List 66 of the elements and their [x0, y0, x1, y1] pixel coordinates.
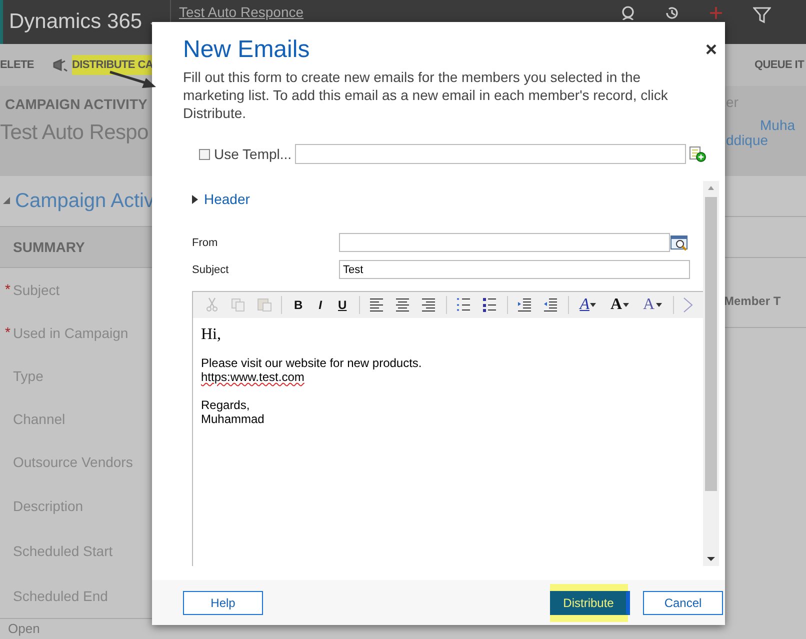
command-button[interactable]: DISTRIBUTE CA — [72, 55, 153, 75]
email-text: Regards, — [201, 398, 251, 412]
history-icon — [665, 6, 679, 20]
field-label: Description — [13, 498, 84, 514]
arrow — [108, 69, 158, 91]
entity-label: CAMPAIGN ACTIVITY — [5, 96, 148, 112]
align-right-icon[interactable] — [421, 297, 436, 313]
column-header: Member T — [724, 294, 781, 308]
collapse-triangle-icon — [3, 197, 11, 205]
section-link[interactable]: Header — [204, 191, 250, 207]
align-left-icon[interactable] — [369, 297, 384, 313]
required-asterisk: * — [5, 324, 12, 340]
person-icon — [621, 6, 635, 20]
plus-icon — [709, 6, 723, 20]
app-title: Dynamics 365 — [9, 10, 142, 34]
input-field[interactable]: Test — [339, 260, 690, 279]
field-label: Outsource Vendors — [13, 454, 133, 470]
underline-button[interactable]: U — [330, 298, 355, 312]
status-text: Open — [8, 621, 40, 636]
field-label: Scheduled Start — [13, 542, 113, 558]
command-button[interactable]: ELETE — [0, 59, 34, 71]
numbered-list-icon[interactable] — [456, 297, 472, 313]
dialog-title: New Emails — [183, 36, 310, 64]
filter-icon — [753, 6, 771, 24]
command-button[interactable]: QUEUE IT — [754, 59, 804, 71]
template-field[interactable] — [295, 144, 686, 164]
required-asterisk: * — [5, 281, 12, 297]
font-size-button[interactable]: A — [603, 296, 636, 314]
input-field[interactable] — [339, 233, 670, 252]
dropdown-caret-icon — [623, 303, 630, 307]
email-text: Muhammad — [201, 412, 266, 426]
field-label: Type — [13, 368, 44, 384]
field-label: Used in Campaign — [13, 324, 128, 340]
align-center-icon[interactable] — [395, 297, 410, 313]
email-greeting: Hi, — [201, 326, 222, 344]
field-label: Scheduled End — [13, 588, 108, 604]
misspelled-text: https:www.test.com — [201, 370, 304, 384]
field-label: Channel — [13, 410, 66, 426]
scrollbar[interactable] — [703, 181, 719, 566]
tab-heading: SUMMARY — [13, 239, 85, 255]
font-button[interactable]: A — [636, 296, 669, 314]
field-label: Subject — [13, 282, 60, 298]
field-label: Subject — [192, 264, 230, 276]
outdent-icon[interactable] — [543, 297, 558, 313]
secondary-button[interactable]: Cancel — [643, 590, 723, 614]
megaphone-icon — [52, 58, 68, 72]
email-text: Please visit our website for new products. — [201, 356, 423, 370]
breadcrumb-link[interactable]: Test Auto Responce — [179, 4, 304, 20]
bold-button[interactable]: B — [286, 298, 311, 312]
italic-button[interactable]: I — [310, 298, 330, 312]
bullet-list-icon[interactable] — [482, 297, 498, 313]
field-label: From — [192, 236, 219, 248]
add-document-icon — [689, 146, 707, 162]
indent-icon[interactable] — [517, 297, 532, 313]
expand-triangle-icon[interactable] — [192, 194, 198, 204]
record-title: Test Auto Respo — [0, 121, 148, 145]
dropdown-caret-icon — [656, 303, 662, 307]
lookup-icon — [670, 234, 690, 252]
font-color-button[interactable]: A — [572, 296, 604, 314]
secondary-button[interactable]: Help — [183, 590, 263, 614]
close-button[interactable]: × — [701, 40, 721, 60]
checkbox-label: Use Templ... — [214, 146, 293, 162]
checkbox[interactable] — [199, 148, 210, 160]
dropdown-caret-icon — [590, 303, 596, 307]
dialog-description: Fill out this form to create new emails for the members you selected in the marketing list. To add this email as a new email in each member's record, click Distribute. — [183, 68, 669, 122]
primary-button[interactable]: Distribute — [550, 590, 630, 614]
